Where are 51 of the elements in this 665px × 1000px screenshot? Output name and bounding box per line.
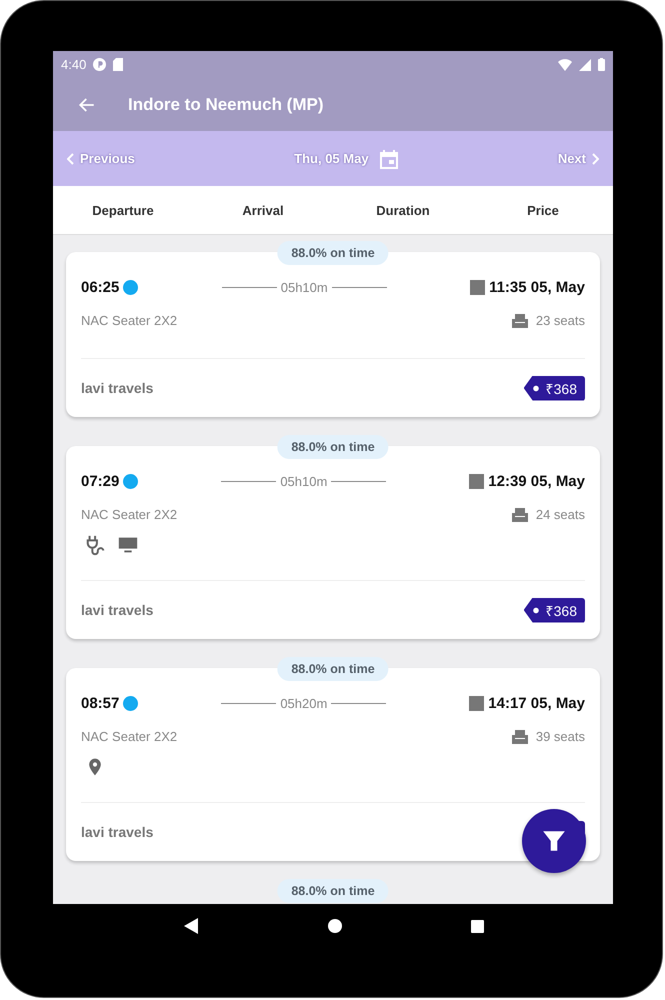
trip-duration: 05h10m (280, 280, 328, 295)
arrival-square-icon (469, 696, 484, 711)
departure-dot-icon (123, 696, 138, 711)
sort-tab[interactable]: Price (473, 186, 613, 234)
departure-time: 06:25 (81, 279, 120, 296)
on-time-badge: 88.0% on time (277, 435, 389, 459)
sd-card-icon (113, 58, 124, 71)
home-circle-icon[interactable] (328, 919, 342, 933)
sort-tab[interactable]: Departure (53, 186, 193, 234)
seat-count: 24 seats (536, 507, 585, 522)
sort-tab[interactable]: Duration (333, 186, 473, 234)
notification-icon (93, 58, 106, 71)
chevron-left-icon (67, 152, 75, 164)
seat-icon (512, 508, 528, 522)
arrival-time: 14:17 05, May (488, 695, 585, 712)
seat-icon (512, 314, 528, 328)
on-time-badge: 88.0% on time (277, 879, 389, 903)
trip-duration: 05h20m (280, 696, 328, 711)
chevron-right-icon (591, 152, 599, 164)
bus-type: NAC Seater 2X2 (81, 313, 178, 328)
back-triangle-icon[interactable] (184, 918, 198, 934)
arrival-time: 12:39 05, May (488, 473, 585, 490)
battery-icon (598, 58, 605, 71)
departure-dot-icon (123, 474, 138, 489)
seat-icon (512, 730, 528, 744)
bus-type: NAC Seater 2X2 (81, 507, 178, 522)
signal-icon (579, 58, 591, 70)
seat-count: 39 seats (536, 729, 585, 744)
operator-name: lavi travels (81, 380, 154, 396)
on-time-badge: 88.0% on time (277, 241, 389, 265)
wifi-icon (558, 58, 572, 70)
trip-duration: 05h10m (280, 474, 328, 489)
departure-dot-icon (123, 280, 138, 295)
arrival-square-icon (470, 280, 486, 295)
back-arrow-icon[interactable] (78, 96, 96, 114)
operator-name: lavi travels (81, 602, 154, 618)
bus-type: NAC Seater 2X2 (81, 729, 178, 744)
price-tag: ₹368 (524, 376, 585, 400)
departure-time: 07:29 (81, 473, 120, 490)
status-time: 4:40 (61, 57, 86, 72)
price-tag: ₹368 (524, 598, 585, 622)
seat-count: 23 seats (536, 313, 585, 328)
plug-icon (85, 534, 107, 556)
on-time-badge: 88.0% on time (277, 657, 389, 681)
sort-tab[interactable]: Arrival (193, 186, 333, 234)
screen-title: Indore to Neemuch (MP) (128, 94, 324, 114)
operator-name: lavi travels (81, 824, 154, 840)
arrival-time: 11:35 05, May (489, 279, 585, 296)
departure-time: 08:57 (81, 695, 120, 712)
recents-square-icon[interactable] (471, 920, 484, 932)
arrival-square-icon (469, 474, 484, 489)
